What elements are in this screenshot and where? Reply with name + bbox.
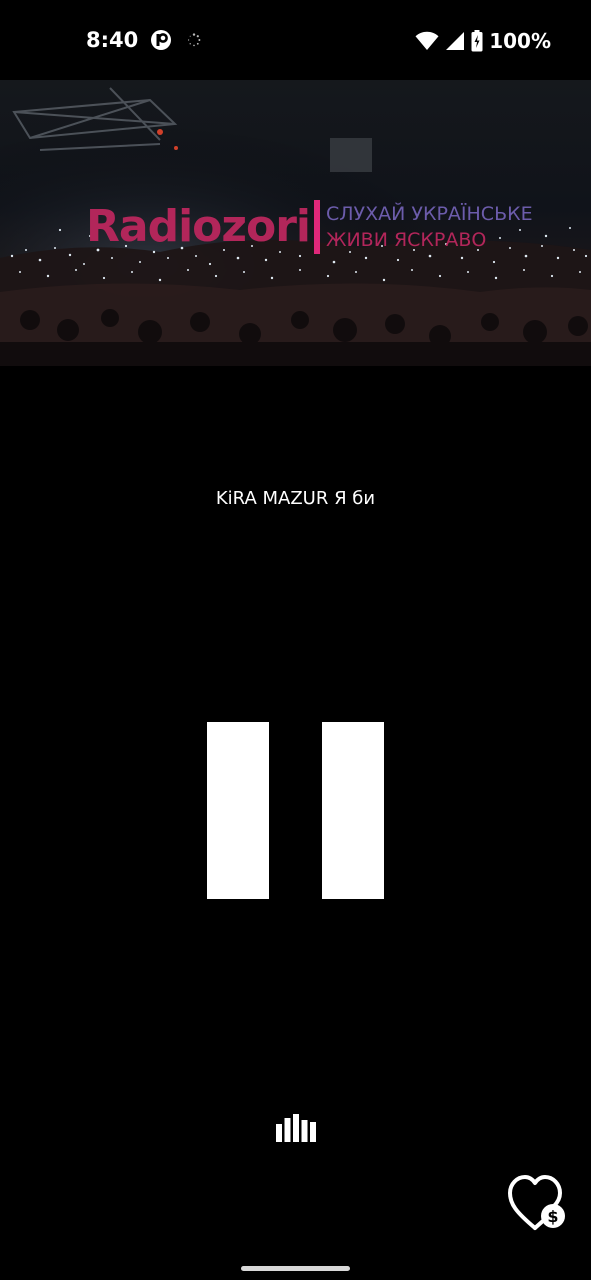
- loading-icon: [188, 33, 201, 47]
- station-logo: Radiozori СЛУХАЙ УКРАЇНСЬКЕ ЖИВИ ЯСКРАВО: [86, 196, 533, 258]
- pause-icon-bar-left: [207, 722, 269, 899]
- notification-app-icon: [151, 30, 171, 50]
- brand-taglines: СЛУХАЙ УКРАЇНСЬКЕ ЖИВИ ЯСКРАВО: [326, 201, 533, 253]
- signal-icon: [446, 32, 465, 50]
- brand-name: Radiozori: [86, 201, 311, 252]
- battery-icon: [471, 30, 483, 52]
- tagline-line-1: СЛУХАЙ УКРАЇНСЬКЕ: [326, 203, 533, 225]
- tagline-line-2: ЖИВИ ЯСКРАВО: [326, 229, 487, 251]
- equalizer-icon[interactable]: [276, 1114, 316, 1142]
- now-playing-title: KiRA MAZUR Я би: [215, 488, 376, 509]
- station-banner: Radiozori СЛУХАЙ УКРАЇНСЬКЕ ЖИВИ ЯСКРАВО: [0, 80, 591, 366]
- svg-text:$: $: [547, 1207, 558, 1226]
- gesture-navigation-bar[interactable]: [241, 1266, 350, 1271]
- wifi-icon: [415, 31, 439, 50]
- pause-button[interactable]: [207, 722, 384, 899]
- status-icons: 100%: [415, 28, 551, 54]
- status-bar: 8:40 100%: [0, 0, 591, 80]
- brand-divider: [314, 200, 320, 254]
- status-time: 8:40: [86, 28, 139, 52]
- heart-dollar-icon[interactable]: $: [508, 1174, 570, 1234]
- pause-icon-bar-right: [322, 722, 384, 899]
- battery-percent: 100%: [489, 29, 551, 53]
